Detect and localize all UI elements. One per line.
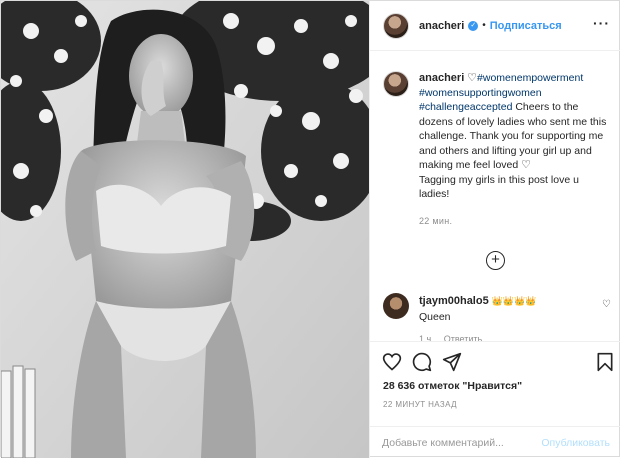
- hashtag-link[interactable]: #womensupportingwomen: [419, 87, 542, 99]
- verified-badge-icon: ✓: [468, 20, 479, 31]
- caption-username[interactable]: anacheri: [419, 72, 464, 84]
- post-caption: anacheri ♡#womenempowerment #womensuppor…: [383, 71, 611, 228]
- action-icons: [382, 352, 614, 374]
- load-more-comments-icon[interactable]: +: [486, 251, 505, 270]
- follow-button[interactable]: Подписаться: [490, 20, 562, 32]
- comment-icon[interactable]: [412, 352, 432, 372]
- commenter-avatar[interactable]: [383, 293, 409, 319]
- bookmark-icon[interactable]: [596, 352, 614, 372]
- add-comment-bar: Опубликовать: [370, 426, 620, 458]
- comment-input[interactable]: [382, 436, 542, 449]
- instagram-post: anacheri ✓ • Подписаться ··· anacheri ♡#…: [0, 0, 620, 458]
- comment-item: tjaym00halo5 👑👑👑👑 Queen 1 ч Ответить ♡: [383, 293, 611, 347]
- hashtag-link[interactable]: #womenempowerment: [477, 72, 583, 84]
- post-sidebar: anacheri ✓ • Подписаться ··· anacheri ♡#…: [369, 1, 620, 458]
- share-icon[interactable]: [442, 352, 462, 372]
- post-photo[interactable]: [1, 1, 369, 458]
- caption-heart-emoji: ♡: [467, 72, 478, 84]
- more-options-icon[interactable]: ···: [593, 15, 610, 31]
- caption-heart-emoji: ♡: [521, 159, 532, 171]
- author-avatar[interactable]: [383, 12, 409, 39]
- commenter-username[interactable]: tjaym00halo5: [419, 295, 489, 307]
- caption-text-2: Tagging my girls in this post love u lad…: [419, 173, 579, 201]
- crown-emojis: 👑👑👑👑: [491, 296, 537, 306]
- likes-count[interactable]: 28 636 отметок "Нравится": [383, 380, 522, 392]
- separator-dot: •: [482, 20, 486, 31]
- caption-avatar[interactable]: [383, 71, 409, 97]
- comment-like-icon[interactable]: ♡: [602, 299, 611, 310]
- publish-button[interactable]: Опубликовать: [541, 437, 610, 449]
- post-timestamp: 22 МИНУТ НАЗАД: [383, 400, 457, 409]
- photo-illustration: [1, 1, 369, 458]
- heart-icon[interactable]: [382, 352, 402, 372]
- post-header: anacheri ✓ • Подписаться ···: [370, 1, 620, 51]
- caption-body: anacheri ♡#womenempowerment #womensuppor…: [419, 71, 609, 228]
- author-username[interactable]: anacheri: [419, 20, 464, 32]
- post-actions: 28 636 отметок "Нравится" 22 МИНУТ НАЗАД: [370, 341, 620, 426]
- caption-time: 22 мин.: [419, 215, 453, 226]
- comment-body: tjaym00halo5 👑👑👑👑 Queen 1 ч Ответить: [419, 293, 599, 347]
- hashtag-link[interactable]: #challengeaccepted: [419, 101, 512, 113]
- comment-text: Queen: [419, 311, 451, 323]
